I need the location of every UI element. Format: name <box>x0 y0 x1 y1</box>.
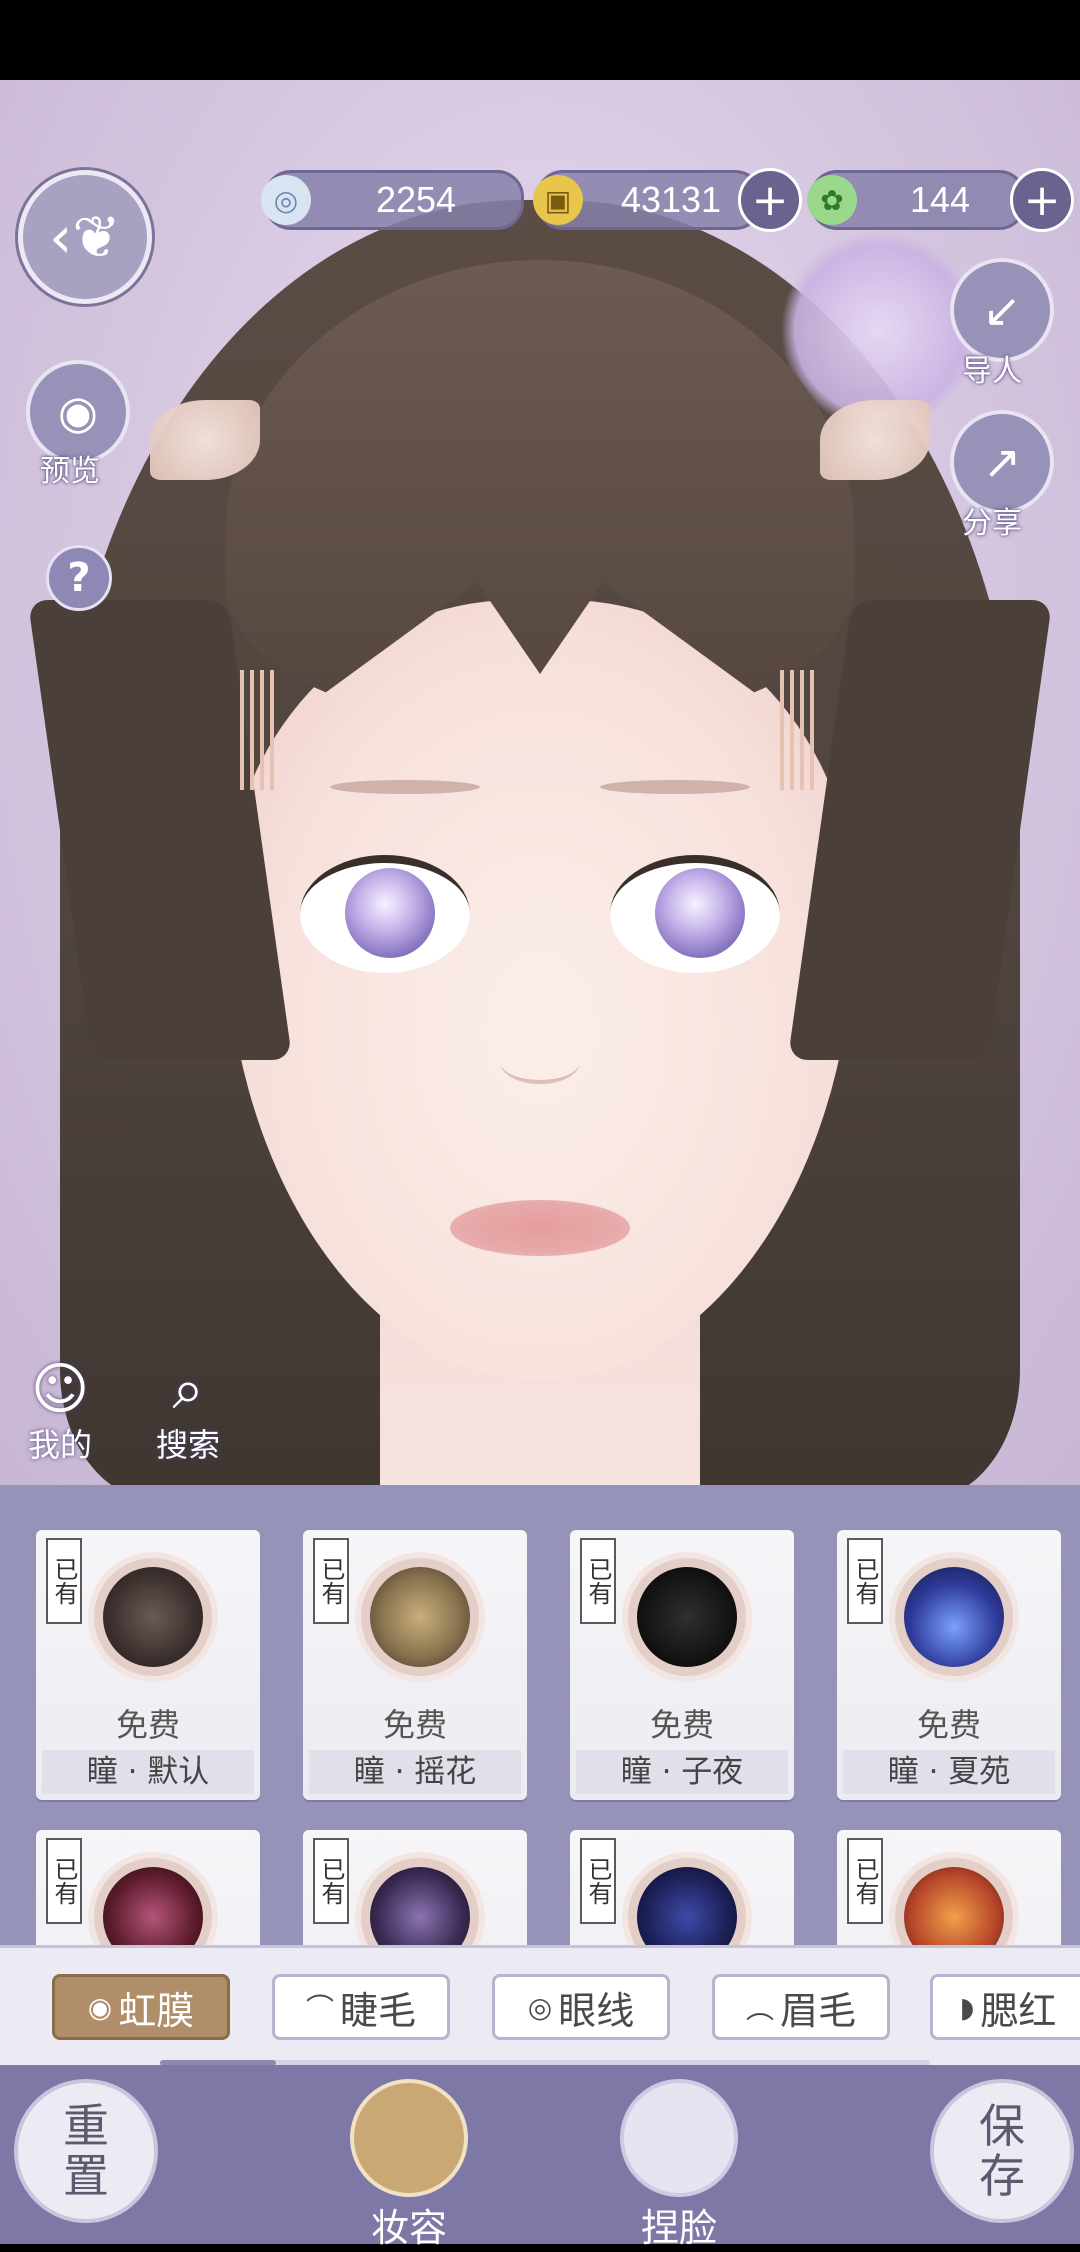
mode-face-sculpt[interactable]: 捏脸 <box>620 2079 738 2252</box>
currency-gold: ▣ 43131 <box>533 170 762 230</box>
tab-blush[interactable]: ◗ 腮红 <box>930 1974 1080 2040</box>
add-green-token-button[interactable]: + <box>1010 168 1074 232</box>
status-bar <box>0 0 1080 80</box>
help-button[interactable]: ? <box>46 545 112 611</box>
iris-swatch <box>895 1558 1013 1676</box>
share-arrow-icon: ↗ <box>982 435 1022 489</box>
tassel-right <box>780 670 820 790</box>
currency-jade: ◎ 2254 <box>261 170 524 230</box>
character-lips <box>450 1200 630 1256</box>
preview-label: 预览 <box>40 454 100 489</box>
right-eye <box>610 855 780 973</box>
iris-icon: ◉ <box>87 1990 113 2024</box>
eyelash-icon: ⌒ <box>305 1992 334 2025</box>
makeup-avatar-icon <box>350 2079 468 2197</box>
profile-icon: ☺ <box>30 1357 90 1422</box>
item-card[interactable]: 已有 免费 瞳 · 夏苑 <box>837 1530 1061 1800</box>
search-icon: ⌕ <box>172 1357 204 1422</box>
mode-makeup[interactable]: 妆容 <box>350 2079 468 2252</box>
item-card[interactable]: 已有 免费 瞳 · 子夜 <box>570 1530 794 1800</box>
iris-swatch <box>628 1558 746 1676</box>
butterfly-back-icon: ‹❦ <box>49 203 121 271</box>
import-arrow-icon: ↙ <box>982 283 1022 337</box>
share-label: 分享 <box>962 506 1022 541</box>
eye-outline-icon: ◎ <box>527 1990 553 2024</box>
item-card[interactable]: 已有 免费 瞳 · 默认 <box>36 1530 260 1800</box>
currency-green: ✿ 144 <box>807 170 1026 230</box>
tab-eyelash[interactable]: ⌒ 睫毛 <box>272 1974 450 2040</box>
tab-iris[interactable]: ◉ 虹膜 <box>52 1974 230 2040</box>
tab-eyebrow[interactable]: ︵ 眉毛 <box>712 1974 890 2040</box>
eye-icon: ◉ <box>57 385 99 439</box>
iris-swatch <box>361 1558 479 1676</box>
blush-icon: ◗ <box>959 1990 975 2024</box>
category-tab-bar: ◉ 虹膜 ⌒ 睫毛 ◎ 眼线 ︵ 眉毛 ◗ 腮红 <box>0 1945 1080 2068</box>
gold-coin-icon: ▣ <box>533 175 583 225</box>
add-gold-button[interactable]: + <box>738 168 802 232</box>
hairpin-left <box>150 400 260 480</box>
right-eyebrow <box>600 780 750 794</box>
reset-button[interactable]: 重置 <box>14 2079 158 2223</box>
save-button[interactable]: 保存 <box>930 2079 1074 2223</box>
item-card[interactable]: 已有 免费 瞳 · 摇花 <box>303 1530 527 1800</box>
tassel-left <box>240 670 280 790</box>
face-avatar-icon <box>620 2079 738 2197</box>
my-button[interactable]: ☺ 我的 <box>28 1360 92 1466</box>
search-button[interactable]: ⌕ 搜索 <box>156 1360 220 1466</box>
back-button[interactable]: ‹❦ <box>18 170 152 304</box>
iris-swatch <box>94 1558 212 1676</box>
left-eye <box>300 855 470 973</box>
tab-eyeliner[interactable]: ◎ 眼线 <box>492 1974 670 2040</box>
character-viewport[interactable] <box>0 80 1080 1485</box>
hairpin-right <box>820 400 930 480</box>
green-token-icon: ✿ <box>807 175 857 225</box>
character-nose <box>500 1040 580 1084</box>
jade-coin-icon: ◎ <box>261 175 311 225</box>
item-panel: 已有 免费 瞳 · 默认 已有 免费 瞳 · 摇花 已有 免费 瞳 · 子夜 已… <box>0 1485 1080 2100</box>
left-eyebrow <box>330 780 480 794</box>
bottom-bar: 重置 妆容 捏脸 保存 <box>0 2065 1080 2250</box>
import-label: 导人 <box>962 354 1022 389</box>
eyebrow-icon: ︵ <box>745 1992 774 2025</box>
